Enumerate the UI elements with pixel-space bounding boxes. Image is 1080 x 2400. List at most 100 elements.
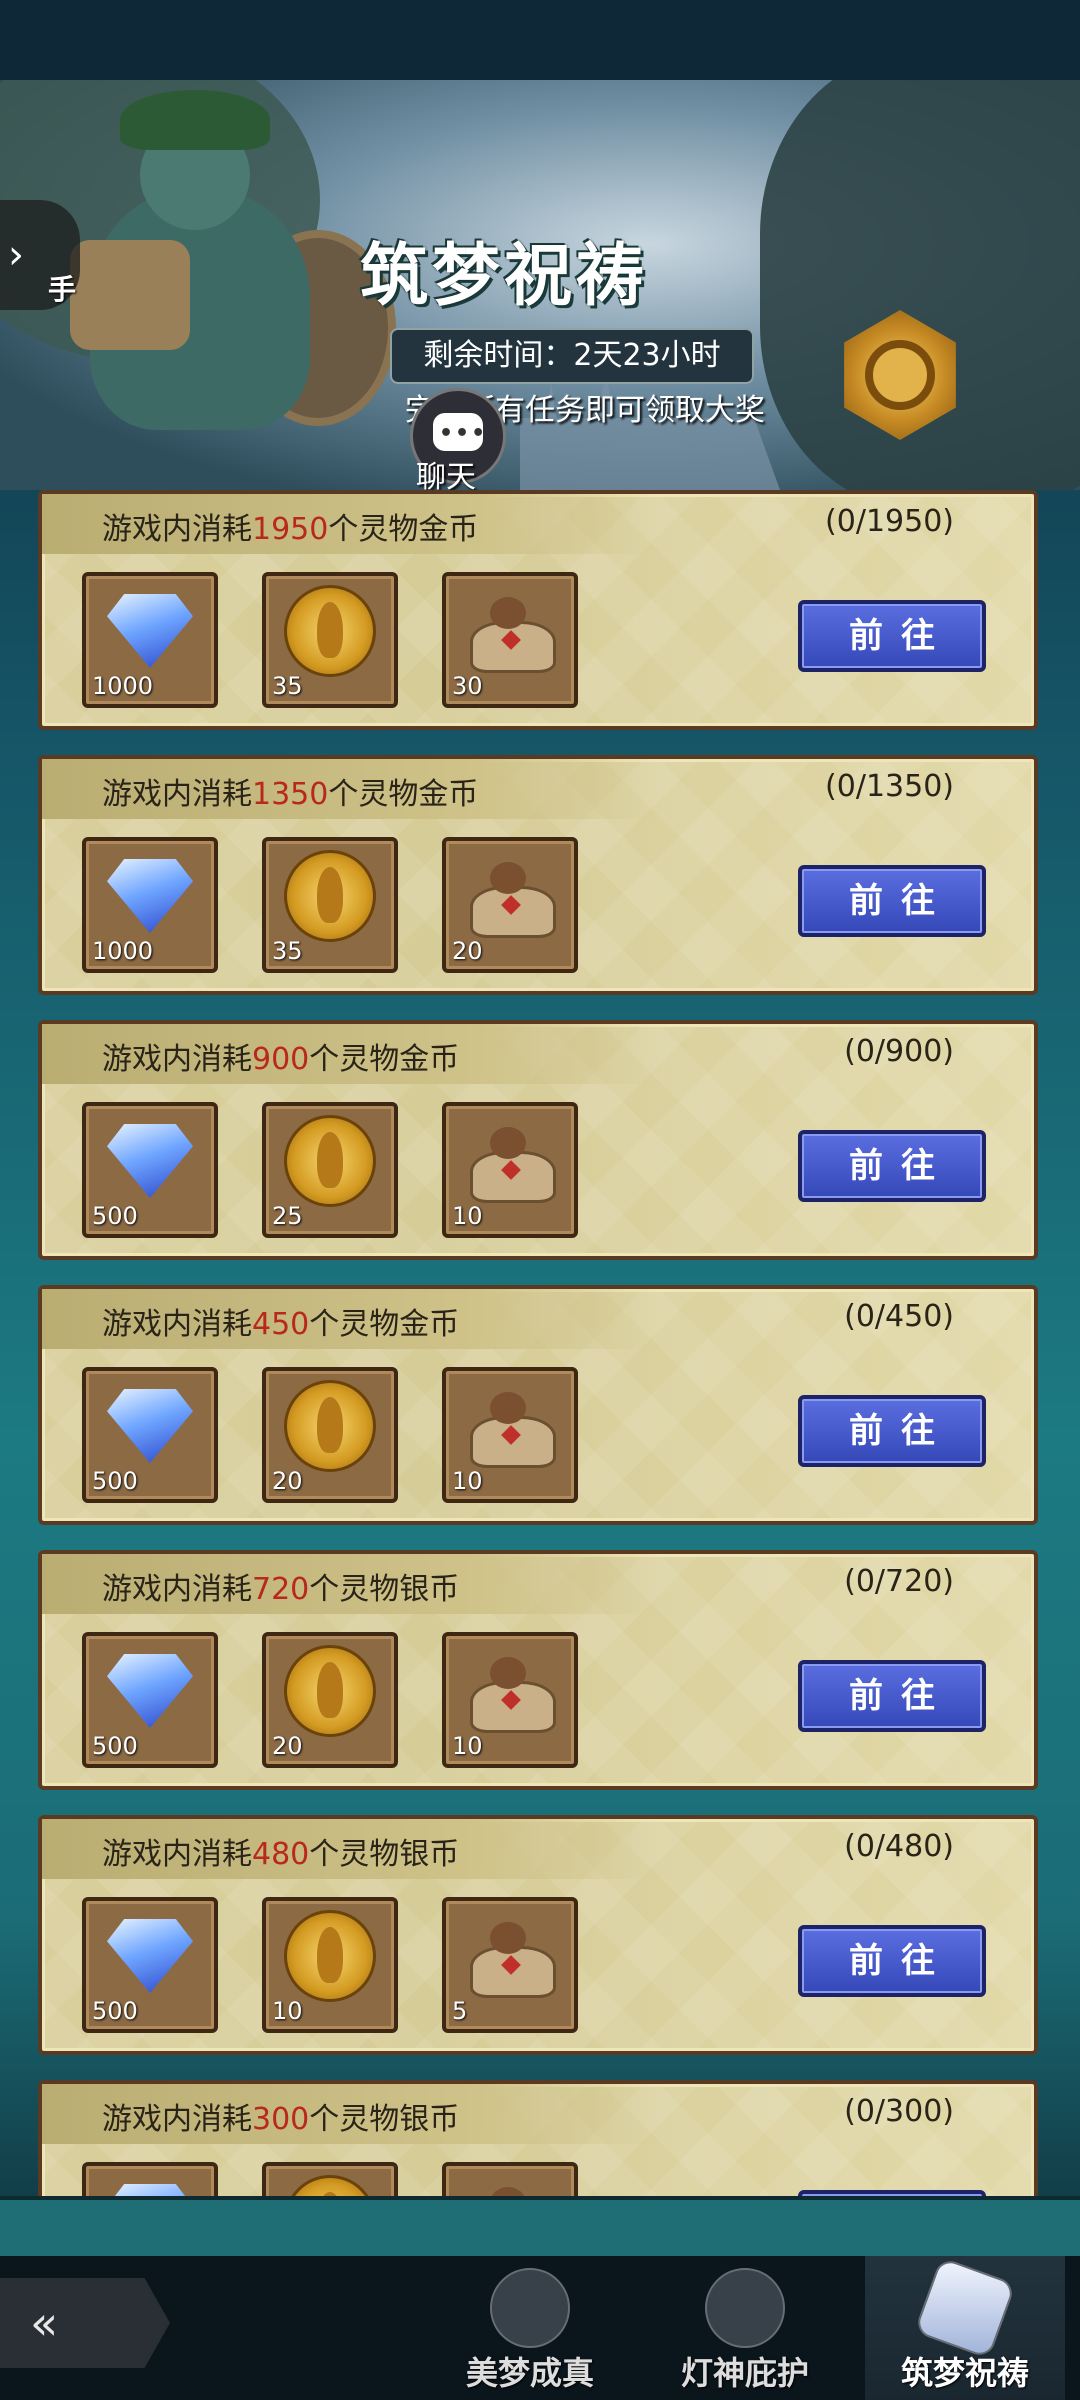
reward-slot[interactable]: 35 xyxy=(262,837,398,973)
reward-quantity: 500 xyxy=(92,1997,138,2025)
genie-icon xyxy=(705,2268,785,2348)
task-progress: (0/480) xyxy=(844,1829,954,1864)
reward-slot[interactable]: 10 xyxy=(262,1897,398,2033)
dream-icon xyxy=(490,2268,570,2348)
task-list[interactable]: 游戏内消耗1950个灵物金币 (0/1950) 1000 35 30 前往 游戏内消耗135… xyxy=(38,490,1038,2200)
reward-quantity: 500 xyxy=(92,1467,138,1495)
reward-quantity: 10 xyxy=(452,1467,483,1495)
reward-slot[interactable]: 5 xyxy=(442,1897,578,2033)
task-description: 游戏内消耗450个灵物金币 xyxy=(102,1307,460,1342)
reward-quantity: 20 xyxy=(272,1732,303,1760)
task-progress: (0/450) xyxy=(844,1299,954,1334)
nav-decoration xyxy=(0,2196,1080,2260)
reward-slot[interactable]: 1000 xyxy=(82,572,218,708)
reward-slot[interactable]: 25 xyxy=(262,1102,398,1238)
go-button[interactable]: 前往 xyxy=(798,1925,986,1997)
task-target-amount: 1350 xyxy=(252,777,329,812)
crystal-icon xyxy=(913,2256,1017,2360)
side-button-label: 手 xyxy=(48,273,77,306)
task-progress: (0/1950) xyxy=(825,504,954,539)
gold-token-icon xyxy=(284,1115,376,1207)
task-card: 游戏内消耗480个灵物银币 (0/480) 500 10 5 前往 xyxy=(38,1815,1038,2055)
task-target-amount: 480 xyxy=(252,1837,310,1872)
reward-slot[interactable]: 1000 xyxy=(82,837,218,973)
tab-genie[interactable]: 灯神庇护 xyxy=(645,2256,845,2400)
reward-slot[interactable]: 500 xyxy=(82,1367,218,1503)
reward-slot[interactable]: 20 xyxy=(262,1632,398,1768)
task-progress: (0/300) xyxy=(844,2094,954,2129)
reward-slot[interactable]: 500 xyxy=(82,1632,218,1768)
gold-token-icon xyxy=(284,1380,376,1472)
reward-slot[interactable]: 10 xyxy=(442,1367,578,1503)
tab-dream[interactable]: 美梦成真 xyxy=(430,2256,630,2400)
reward-quantity: 10 xyxy=(452,1202,483,1230)
magic-lamp-icon xyxy=(460,1651,560,1733)
go-button[interactable]: 前往 xyxy=(798,1660,986,1732)
reward-quantity: 30 xyxy=(452,672,483,700)
reward-slot[interactable] xyxy=(82,2162,218,2200)
task-target-amount: 1950 xyxy=(252,512,329,547)
reward-slot[interactable] xyxy=(442,2162,578,2200)
go-button[interactable]: 前往 xyxy=(798,1130,986,1202)
task-target-amount: 450 xyxy=(252,1307,310,1342)
reward-slot[interactable]: 35 xyxy=(262,572,398,708)
reward-slot[interactable]: 500 xyxy=(82,1102,218,1238)
magic-lamp-icon xyxy=(460,1121,560,1203)
task-description: 游戏内消耗300个灵物银币 xyxy=(102,2102,460,2137)
reward-slot[interactable]: 20 xyxy=(262,1367,398,1503)
reward-slot[interactable] xyxy=(262,2162,398,2200)
task-progress: (0/1350) xyxy=(825,769,954,804)
reward-quantity: 5 xyxy=(452,1997,468,2025)
task-target-amount: 720 xyxy=(252,1572,310,1607)
task-description: 游戏内消耗1350个灵物金币 xyxy=(102,777,479,812)
reward-quantity: 25 xyxy=(272,1202,303,1230)
back-arrow-icon: « xyxy=(30,2296,59,2350)
back-button[interactable]: « xyxy=(0,2278,170,2368)
reward-quantity: 35 xyxy=(272,937,303,965)
reward-quantity: 500 xyxy=(92,1202,138,1230)
task-card: 游戏内消耗1950个灵物金币 (0/1950) 1000 35 30 前往 xyxy=(38,490,1038,730)
reward-slot[interactable]: 30 xyxy=(442,572,578,708)
gem-icon xyxy=(107,1919,193,1993)
gold-token-icon xyxy=(284,1645,376,1737)
reward-quantity: 20 xyxy=(272,1467,303,1495)
task-target-amount: 900 xyxy=(252,1042,310,1077)
bottom-navigation: « 美梦成真 灯神庇护 筑梦祝祷 xyxy=(0,2256,1080,2400)
reward-quantity: 1000 xyxy=(92,672,154,700)
remaining-time: 剩余时间：2天23小时 xyxy=(390,328,754,384)
event-title: 筑梦祝祷 xyxy=(360,236,649,316)
go-button[interactable]: 前往 xyxy=(798,600,986,672)
gem-icon xyxy=(107,1124,193,1198)
task-description: 游戏内消耗480个灵物银币 xyxy=(102,1837,460,1872)
reward-quantity: 10 xyxy=(452,1732,483,1760)
gold-token-icon xyxy=(284,850,376,942)
status-bar-area xyxy=(0,0,1080,80)
magic-lamp-icon xyxy=(460,856,560,938)
reward-slot[interactable]: 20 xyxy=(442,837,578,973)
chevron-right-icon: › xyxy=(8,232,24,278)
reward-slot[interactable]: 10 xyxy=(442,1102,578,1238)
task-description: 游戏内消耗720个灵物银币 xyxy=(102,1572,460,1607)
task-progress: (0/720) xyxy=(844,1564,954,1599)
magic-lamp-icon xyxy=(460,591,560,673)
go-button[interactable]: 前往 xyxy=(798,1395,986,1467)
tab-dream-prayer[interactable]: 筑梦祝祷 xyxy=(865,2256,1065,2400)
task-card: 游戏内消耗720个灵物银币 (0/720) 500 20 10 前往 xyxy=(38,1550,1038,1790)
task-card: 游戏内消耗1350个灵物金币 (0/1350) 1000 35 20 前往 xyxy=(38,755,1038,995)
task-card: 游戏内消耗900个灵物金币 (0/900) 500 25 10 前往 xyxy=(38,1020,1038,1260)
gem-icon xyxy=(107,1654,193,1728)
reward-slot[interactable]: 10 xyxy=(442,1632,578,1768)
reward-quantity: 500 xyxy=(92,1732,138,1760)
tree-decoration xyxy=(760,80,1080,490)
go-button[interactable]: 前往 xyxy=(798,865,986,937)
reward-quantity: 35 xyxy=(272,672,303,700)
gem-icon xyxy=(107,859,193,933)
reward-slot[interactable]: 500 xyxy=(82,1897,218,2033)
gold-token-icon xyxy=(284,585,376,677)
task-description: 游戏内消耗1950个灵物金币 xyxy=(102,512,479,547)
hero-character-art xyxy=(30,90,396,490)
gem-icon xyxy=(107,594,193,668)
reward-quantity: 1000 xyxy=(92,937,154,965)
task-description: 游戏内消耗900个灵物金币 xyxy=(102,1042,460,1077)
magic-lamp-icon xyxy=(460,1386,560,1468)
